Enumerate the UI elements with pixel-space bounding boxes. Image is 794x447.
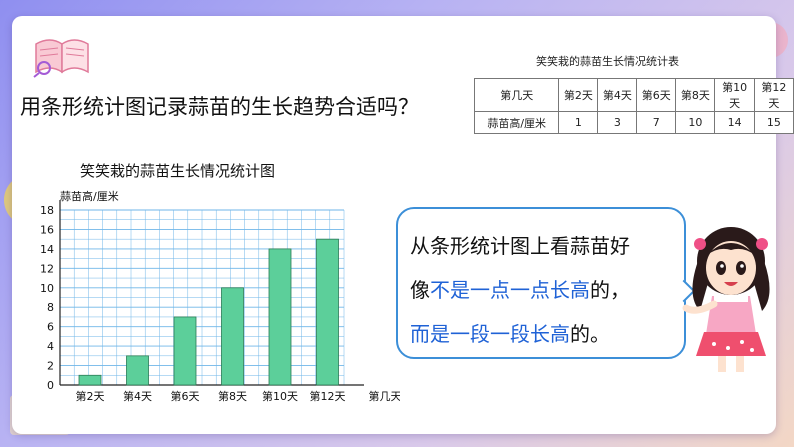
table-cell-day: 第8天 [675,78,716,112]
bubble-line-1: 从条形统计图上看蒜苗好 [410,234,630,258]
chart-title: 笑笑栽的蒜苗生长情况统计图 [80,162,276,180]
y-tick-label: 0 [47,379,54,392]
main-question: 用条形统计图记录蒜苗的生长趋势合适吗？ [20,95,419,119]
growth-table: 第几天 第2天 第4天 第6天 第8天 第10天 第12天 蒜苗高/厘米 1 3… [473,78,794,134]
bubble-line-3-post: 的。 [570,322,610,346]
cartoon-girl [682,227,770,372]
bar [221,287,244,386]
table-cell-day: 第12天 [753,78,794,112]
x-axis-label: 第几天 [369,389,401,403]
table-cell-day: 第4天 [597,78,638,112]
bar [78,374,102,386]
table-cell-day: 第2天 [558,78,599,112]
x-tick-label: 第4天 [123,389,152,403]
table-cell-height: 3 [597,111,638,134]
table-cell-height: 7 [636,111,677,134]
x-tick-label: 第6天 [171,389,200,403]
table-cell-day: 第6天 [636,78,677,112]
open-book-magnifier-icon [33,39,89,78]
y-tick-label: 8 [47,301,54,314]
bubble-line-2-post: 的， [590,278,630,302]
table-cell-height: 15 [753,111,794,134]
bubble-line-3: 而是一段一段长高的。 [410,312,680,356]
y-tick-label: 2 [47,360,54,373]
bubble-highlight-1: 不是一点一点长高 [430,278,590,302]
y-tick-label: 6 [47,321,54,334]
y-tick-label: 14 [40,243,54,256]
bar [268,248,292,386]
table-title: 笑笑栽的蒜苗生长情况统计表 [536,55,679,68]
x-tick-label: 第12天 [310,389,346,403]
x-tick-label: 第8天 [218,389,247,403]
table-row-days: 第几天 第2天 第4天 第6天 第8天 第10天 第12天 [473,78,794,112]
y-tick-label: 18 [40,204,54,217]
y-tick-label: 10 [40,282,54,295]
bubble-highlight-2: 而是一段一段长高 [410,322,570,346]
y-tick-label: 16 [40,223,54,236]
bar [316,238,339,386]
x-tick-label: 第10天 [262,389,298,403]
y-tick-label: 4 [47,340,54,353]
bar-chart: 蒜苗高/厘米 0 2 4 6 8 10 12 14 16 18 第2天 第4天 第6天 第8天 第10天 第12… [40,189,401,403]
y-tick-label: 12 [40,262,54,275]
y-axis-label: 蒜苗高/厘米 [60,189,119,203]
table-cell-height: 10 [675,111,716,134]
speech-bubble-text: 从条形统计图上看蒜苗好 像不是一点一点长高的， 而是一段一段长高的。 [410,224,680,356]
table-cell-height: 1 [558,111,599,134]
bar [173,316,197,386]
table-header-height: 蒜苗高/厘米 [473,111,560,134]
table-row-heights: 蒜苗高/厘米 1 3 7 10 14 15 [473,111,794,134]
table-header-day: 第几天 [473,78,560,112]
table-cell-day: 第10天 [714,78,755,112]
x-tick-label: 第2天 [76,389,105,403]
table-cell-height: 14 [714,111,755,134]
bar [126,355,149,386]
bubble-line-2-pre: 像 [410,278,430,302]
bubble-line-2: 像不是一点一点长高的， [410,268,680,312]
